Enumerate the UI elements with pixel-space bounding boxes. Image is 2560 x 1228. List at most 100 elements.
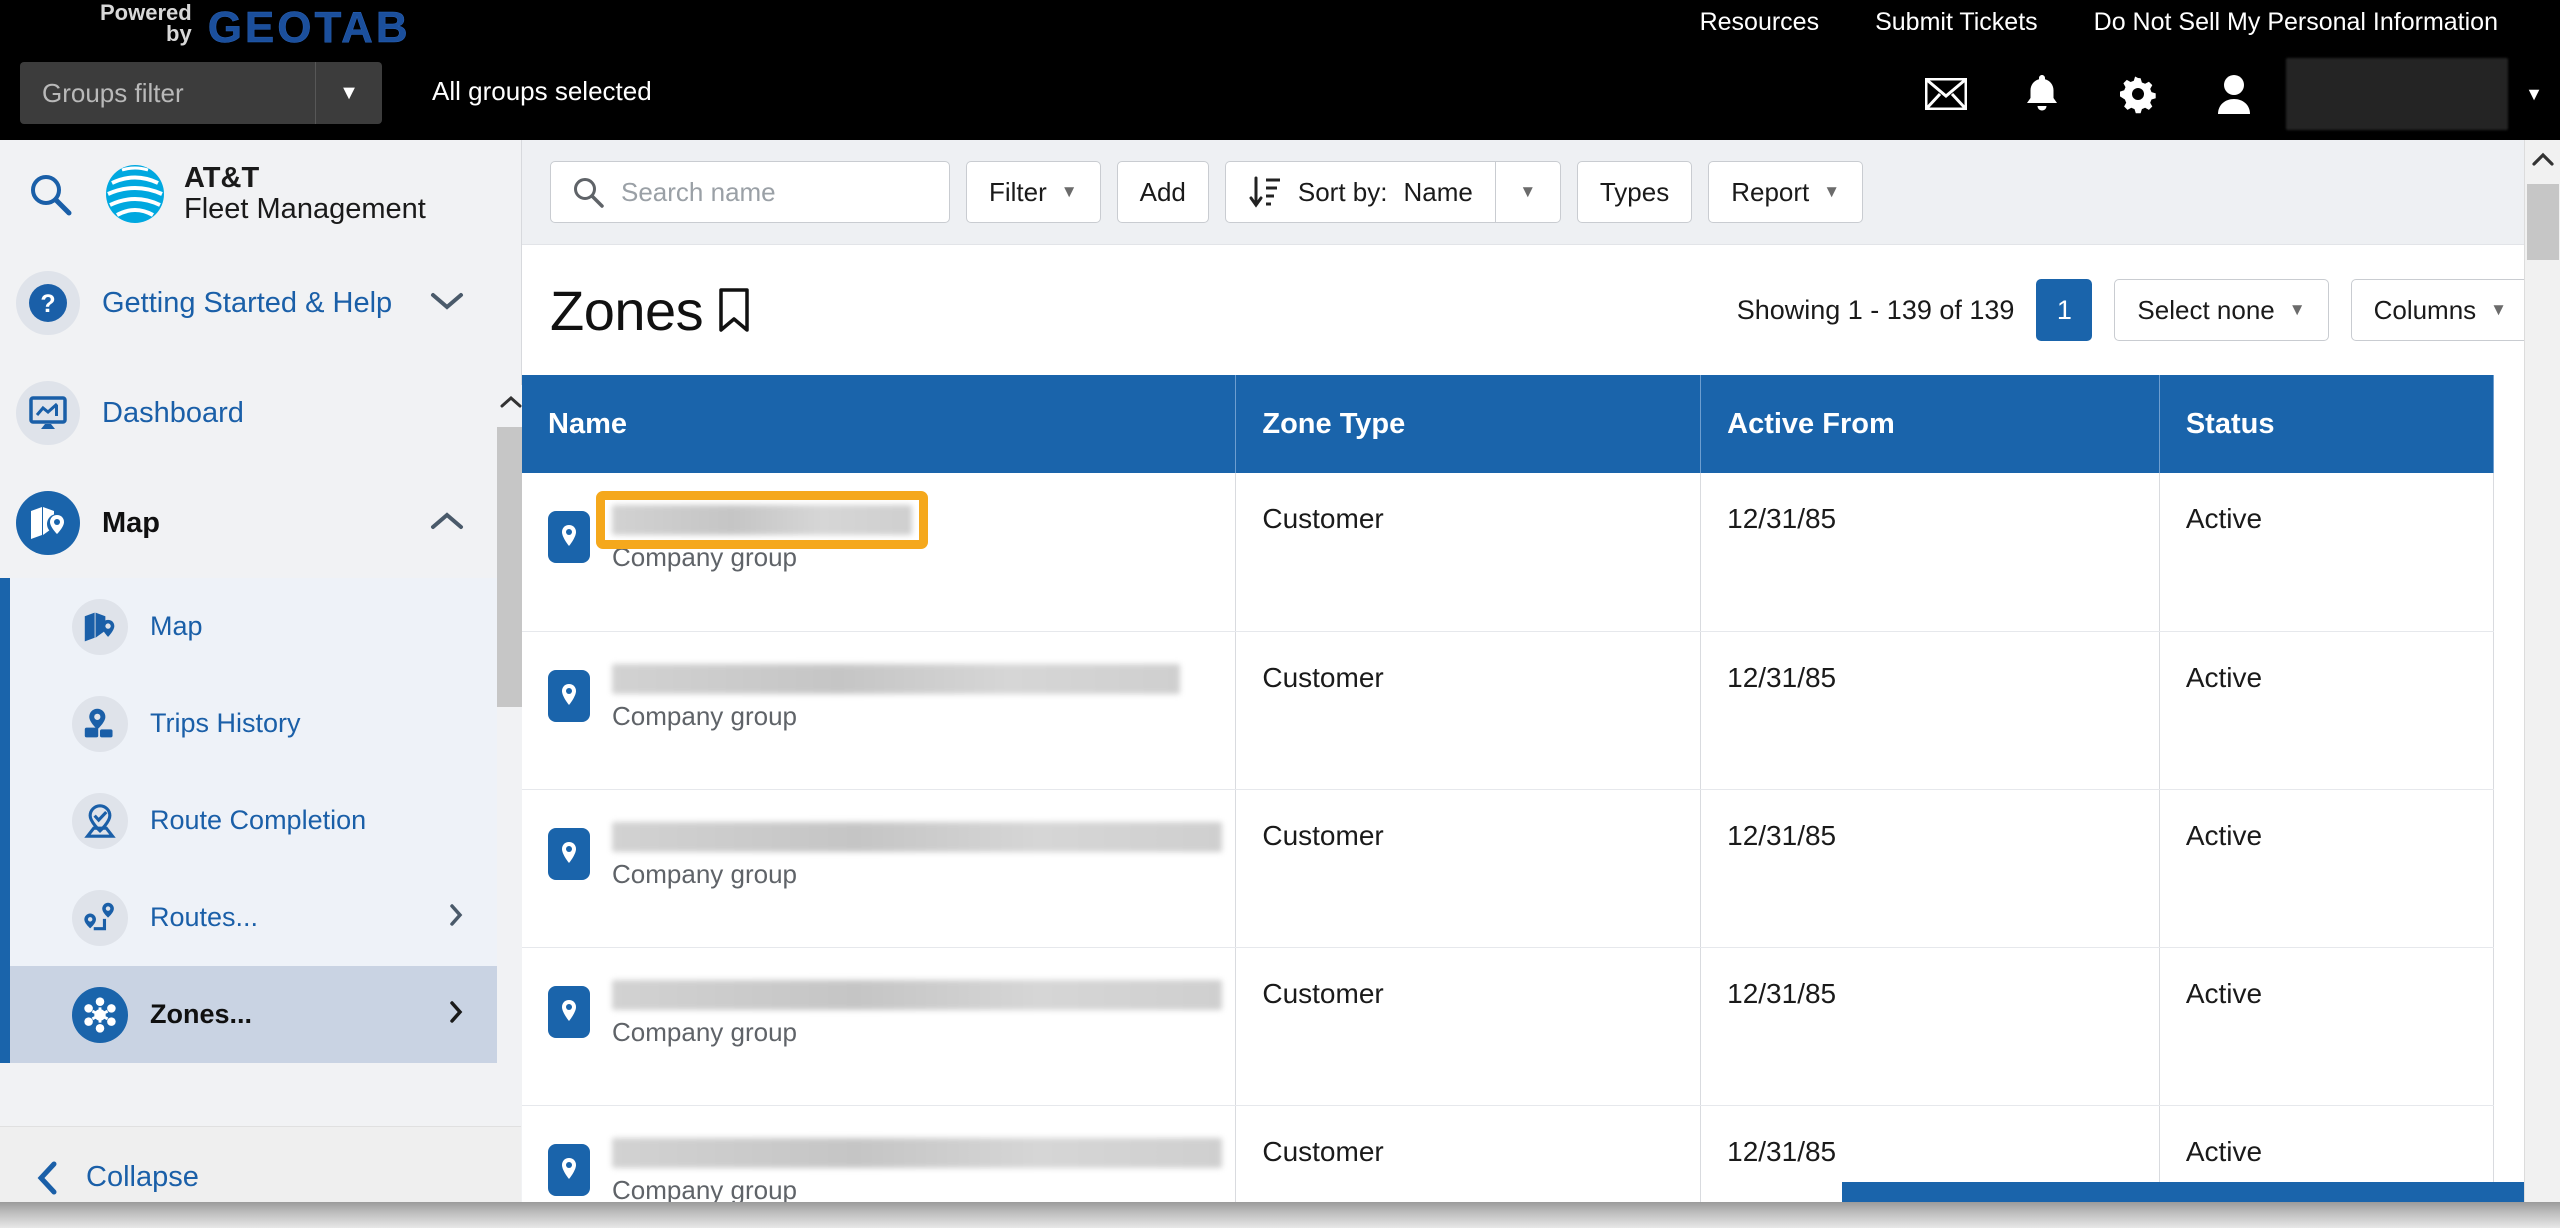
top-nav-links: Resources Submit Tickets Do Not Sell My … <box>1672 8 2526 37</box>
chevron-down-icon[interactable] <box>430 291 464 316</box>
filter-button-label: Filter <box>989 176 1047 207</box>
table-row[interactable]: Company group Customer 12/31/85 Active <box>522 473 2495 632</box>
cell-status: Active <box>2159 789 2495 948</box>
sidebar-item-dashboard[interactable]: Dashboard <box>0 358 500 468</box>
search-input[interactable]: Search name <box>550 161 950 223</box>
report-button[interactable]: Report ▼ <box>1708 161 1864 223</box>
header-icon-group: ▼ <box>1898 58 2560 130</box>
cell-name[interactable]: Company group <box>522 631 1237 790</box>
nav-link-resources[interactable]: Resources <box>1672 8 1848 37</box>
sidebar-item-label: Dashboard <box>102 396 244 429</box>
zone-name-wrap: Company group <box>612 505 912 573</box>
by-word: by <box>166 21 192 46</box>
mail-icon[interactable] <box>1898 59 1994 129</box>
scroll-up-chevron-icon[interactable] <box>497 385 525 419</box>
sidebar-nav-list: ? Getting Started & Help Dashboard Map M… <box>0 248 500 1074</box>
column-header-active-from[interactable]: Active From <box>1700 375 2160 473</box>
table-row[interactable]: Company group Customer 12/31/85 Active <box>522 947 2495 1106</box>
all-groups-selected-label: All groups selected <box>432 76 652 106</box>
zone-group-label: Company group <box>612 700 797 731</box>
sort-by-button[interactable]: Sort by: Name <box>1224 161 1495 223</box>
table-header: Name Zone Type Active From Status <box>522 375 2495 473</box>
add-button-label: Add <box>1139 176 1186 207</box>
sidebar-item-label: Trips History <box>150 708 301 738</box>
search-icon[interactable] <box>18 162 82 226</box>
column-header-name[interactable]: Name <box>522 375 1237 473</box>
sidebar-item-map[interactable]: Map <box>0 578 500 675</box>
sidebar-scrollbar[interactable] <box>497 385 525 1228</box>
zone-name-wrap: Company group <box>612 1137 1222 1206</box>
user-menu-chevron-down-icon[interactable]: ▼ <box>2508 84 2560 105</box>
chevron-left-icon <box>37 1161 57 1194</box>
chevron-down-icon: ▼ <box>2288 300 2306 319</box>
cell-name[interactable]: Company group <box>522 789 1237 948</box>
column-header-status[interactable]: Status <box>2159 375 2495 473</box>
chevron-right-icon[interactable] <box>448 1000 464 1029</box>
zone-group-label: Company group <box>612 1016 797 1047</box>
sort-by-dropdown-toggle[interactable]: ▼ <box>1494 161 1561 223</box>
select-none-button[interactable]: Select none ▼ <box>2114 279 2329 341</box>
zone-name-redacted <box>612 663 1180 694</box>
chevron-up-icon[interactable] <box>430 511 464 536</box>
zone-name-cell[interactable]: Company group <box>548 503 1235 573</box>
columns-button[interactable]: Columns ▼ <box>2350 279 2530 341</box>
window-bottom-shadow <box>0 1202 2560 1228</box>
add-button[interactable]: Add <box>1116 161 1209 223</box>
scroll-up-chevron-icon[interactable] <box>2525 140 2560 178</box>
zone-name-wrap: Company group <box>612 821 1222 890</box>
zone-name-cell[interactable]: Company group <box>548 978 1235 1048</box>
sidebar-item-route-completion[interactable]: Route Completion <box>0 772 500 869</box>
sidebar-item-trips-history[interactable]: Trips History <box>0 675 500 772</box>
groups-filter-dropdown[interactable]: Groups filter ▼ <box>20 62 382 124</box>
sidebar-header: AT&T Fleet Management <box>0 140 521 248</box>
page-number-button[interactable]: 1 <box>2036 279 2093 341</box>
search-input-placeholder: Search name <box>621 176 776 207</box>
sidebar-item-routes[interactable]: Routes... <box>0 869 500 966</box>
page-title-right-controls: Showing 1 - 139 of 139 1 Select none ▼ C… <box>1737 279 2530 341</box>
map-icon <box>72 598 128 655</box>
content-toolbar: Search name Filter ▼ Add Sort by: Name ▼… <box>522 140 2560 245</box>
zone-name-cell[interactable]: Company group <box>548 662 1235 732</box>
nav-link-do-not-sell[interactable]: Do Not Sell My Personal Information <box>2066 8 2526 37</box>
zone-pin-icon <box>548 827 590 880</box>
chevron-down-icon[interactable]: ▼ <box>316 82 382 105</box>
sidebar-item-zones[interactable]: Zones... <box>0 966 500 1063</box>
top-header-bar: Powered by GEOTAB Resources Submit Ticke… <box>0 0 2560 140</box>
sidebar-item-label: Zones... <box>150 999 253 1029</box>
nav-link-submit-tickets[interactable]: Submit Tickets <box>1847 8 2066 37</box>
bookmark-icon[interactable] <box>717 287 751 333</box>
types-button-label: Types <box>1599 176 1670 207</box>
types-button[interactable]: Types <box>1576 161 1693 223</box>
sidebar-item-map-parent[interactable]: Map <box>0 468 500 578</box>
sidebar-scrollbar-thumb[interactable] <box>497 427 525 707</box>
zone-name-cell[interactable]: Company group <box>548 820 1235 890</box>
cell-status: Active <box>2159 631 2495 790</box>
zone-name-redacted <box>612 979 1222 1010</box>
att-globe-icon <box>106 165 164 223</box>
chevron-down-icon: ▼ <box>1823 182 1841 201</box>
report-button-label: Report <box>1731 176 1810 207</box>
showing-count-label: Showing 1 - 139 of 139 <box>1736 294 2015 325</box>
user-name-redacted[interactable] <box>2286 58 2508 130</box>
sidebar-item-label: Route Completion <box>150 805 367 835</box>
column-header-zone-type[interactable]: Zone Type <box>1235 375 1702 473</box>
zone-name-wrap: Company group <box>612 979 1222 1048</box>
chevron-right-icon[interactable] <box>448 903 464 932</box>
filter-button[interactable]: Filter ▼ <box>966 161 1101 223</box>
bell-icon[interactable] <box>1994 59 2090 129</box>
zone-pin-icon <box>548 511 590 563</box>
user-icon[interactable] <box>2186 59 2282 129</box>
cell-name[interactable]: Company group <box>522 947 1237 1106</box>
table-row[interactable]: Company group Customer 12/31/85 Active <box>522 631 2495 790</box>
page-title-row: Zones Showing 1 - 139 of 139 1 Select no… <box>522 245 2560 375</box>
cell-name[interactable]: Company group <box>522 473 1237 632</box>
powered-by-geotab-logo: Powered by GEOTAB <box>100 2 411 50</box>
page-vertical-scrollbar[interactable] <box>2524 140 2560 1228</box>
zone-name-redacted <box>612 1137 1222 1168</box>
zone-name-cell[interactable]: Company group <box>548 1136 1235 1206</box>
table-row[interactable]: Company group Customer 12/31/85 Active <box>522 789 2495 948</box>
page-vertical-scrollbar-thumb[interactable] <box>2527 184 2559 260</box>
svg-text:?: ? <box>40 290 55 318</box>
gear-icon[interactable] <box>2090 59 2186 129</box>
sidebar-item-getting-started-help[interactable]: ? Getting Started & Help <box>0 248 500 358</box>
